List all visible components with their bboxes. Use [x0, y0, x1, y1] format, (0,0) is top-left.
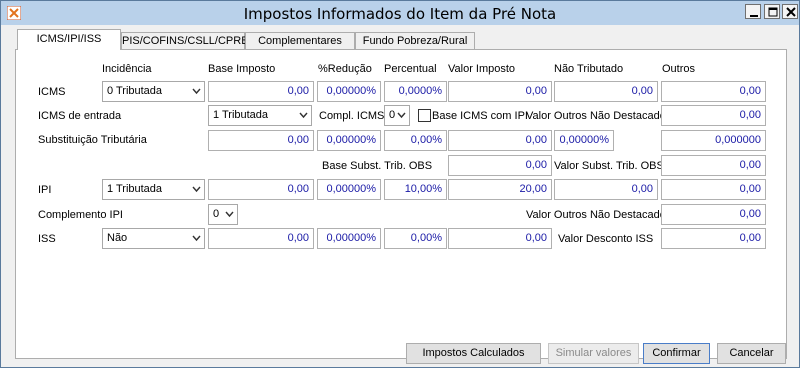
chevron-down-icon [192, 186, 201, 193]
tab-pis-cofins[interactable]: PIS/COFINS/CSLL/CPRB [121, 32, 249, 50]
icms-outros-nao-destacado-label: Valor Outros Não Destacado [526, 110, 666, 122]
chevron-down-icon [192, 235, 201, 242]
iss-incidencia-select[interactable]: Não [102, 228, 205, 249]
ipi-incidencia-value: 1 Tributada [107, 183, 163, 195]
confirmar-button[interactable]: Confirmar [643, 343, 710, 364]
icms-valor-field[interactable]: 0,00 [448, 81, 552, 102]
ipi-outros-field[interactable]: 0,00 [661, 179, 766, 200]
base-subst-obs-field[interactable]: 0,00 [448, 155, 552, 176]
ipi-percentual-field[interactable]: 10,00% [384, 179, 447, 200]
compl-icms-label: Compl. ICMS [319, 110, 385, 122]
chevron-down-icon [299, 112, 308, 119]
base-icms-com-ipi-checkbox[interactable] [418, 109, 431, 122]
icms-incidencia-select[interactable]: 0 Tributada [102, 81, 205, 102]
subst-reducao-field[interactable]: 0,00000% [317, 130, 381, 151]
iss-base-field[interactable]: 0,00 [208, 228, 314, 249]
ipi-valor-field[interactable]: 20,00 [448, 179, 552, 200]
header-valor-imposto: Valor Imposto [448, 63, 516, 75]
ipi-nao-tributado-field[interactable]: 0,00 [554, 179, 658, 200]
compl-ipi-value: 0 [213, 208, 220, 220]
icms-entrada-value: 1 Tributada [213, 109, 269, 121]
dialog-client: ICMS/IPI/ISS PIS/COFINS/CSLL/CPRB Comple… [5, 26, 795, 365]
compl-ipi-label: Complemento IPI [38, 209, 123, 221]
icms-entrada-select[interactable]: 1 Tributada [208, 105, 312, 126]
ipi-outros-nao-destacado-label: Valor Outros Não Destacado [526, 209, 666, 221]
iss-desconto-label: Valor Desconto ISS [558, 233, 654, 245]
impostos-calculados-button[interactable]: Impostos Calculados [406, 343, 541, 364]
header-base-imposto: Base Imposto [208, 63, 276, 75]
maximize-button[interactable] [764, 4, 780, 19]
tab-fundo-pobreza[interactable]: Fundo Pobreza/Rural [355, 32, 475, 50]
header-outros: Outros [662, 63, 696, 75]
header-percentual: Percentual [384, 63, 437, 75]
subst-perc2-field[interactable]: 0,00000% [554, 130, 614, 151]
icms-outros-nao-destacado-field[interactable]: 0,00 [661, 105, 766, 126]
icms-incidencia-value: 0 Tributada [107, 85, 163, 97]
compl-icms-select[interactable]: 0 [384, 105, 410, 126]
iss-valor-field[interactable]: 0,00 [448, 228, 552, 249]
iss-percentual-field[interactable]: 0,00% [384, 228, 447, 249]
icms-base-field[interactable]: 0,00 [208, 81, 314, 102]
close-button[interactable] [782, 4, 798, 19]
icms-label: ICMS [38, 86, 66, 98]
iss-label: ISS [38, 233, 56, 245]
subst-outros-field[interactable]: 0,000000 [661, 130, 766, 151]
header-nao-tributado: Não Tributado [554, 63, 624, 75]
icms-nao-tributado-field[interactable]: 0,00 [554, 81, 658, 102]
tab-icms-ipi-iss[interactable]: ICMS/IPI/ISS [17, 29, 121, 50]
base-subst-obs-label: Base Subst. Trib. OBS [322, 160, 433, 172]
icms-outros-field[interactable]: 0,00 [661, 81, 766, 102]
title-bar[interactable]: Impostos Informados do Item da Pré Nota [1, 1, 799, 25]
header-incidencia: Incidência [102, 63, 152, 75]
iss-desconto-field[interactable]: 0,00 [661, 228, 766, 249]
valor-subst-obs-field[interactable]: 0,00 [661, 155, 766, 176]
cancelar-button[interactable]: Cancelar [717, 343, 786, 364]
minimize-button[interactable] [745, 4, 761, 19]
dialog-window: Impostos Informados do Item da Pré Nota … [0, 0, 800, 368]
subst-percentual-field[interactable]: 0,00% [384, 130, 447, 151]
chevron-down-icon [192, 88, 201, 95]
header-reducao: %Redução [318, 63, 372, 75]
valor-subst-obs-label: Valor Subst. Trib. OBS [554, 160, 664, 172]
subst-valor-field[interactable]: 0,00 [448, 130, 552, 151]
ipi-incidencia-select[interactable]: 1 Tributada [102, 179, 205, 200]
ipi-reducao-field[interactable]: 0,00000% [317, 179, 381, 200]
icms-entrada-label: ICMS de entrada [38, 110, 122, 122]
compl-icms-value: 0 [389, 109, 396, 121]
ipi-label: IPI [38, 184, 52, 196]
simular-valores-button[interactable]: Simular valores [548, 343, 639, 364]
subst-base-field[interactable]: 0,00 [208, 130, 314, 151]
icms-percentual-field[interactable]: 0,0000% [384, 81, 447, 102]
base-icms-com-ipi-label: Base ICMS com IPI [432, 110, 528, 122]
chevron-down-icon [225, 211, 234, 218]
tab-complementares[interactable]: Complementares [245, 32, 355, 50]
tab-panel-icms-ipi-iss: Incidência Base Imposto %Redução Percent… [15, 49, 787, 359]
subst-label: Substituição Tributária [38, 134, 147, 146]
window-title: Impostos Informados do Item da Pré Nota [243, 5, 557, 23]
ipi-outros-nao-destacado-field[interactable]: 0,00 [661, 204, 766, 225]
iss-reducao-field[interactable]: 0,00000% [317, 228, 381, 249]
iss-incidencia-value: Não [107, 232, 128, 244]
ipi-base-field[interactable]: 0,00 [208, 179, 314, 200]
compl-ipi-select[interactable]: 0 [208, 204, 238, 225]
icms-reducao-field[interactable]: 0,00000% [317, 81, 381, 102]
chevron-down-icon [397, 112, 406, 119]
